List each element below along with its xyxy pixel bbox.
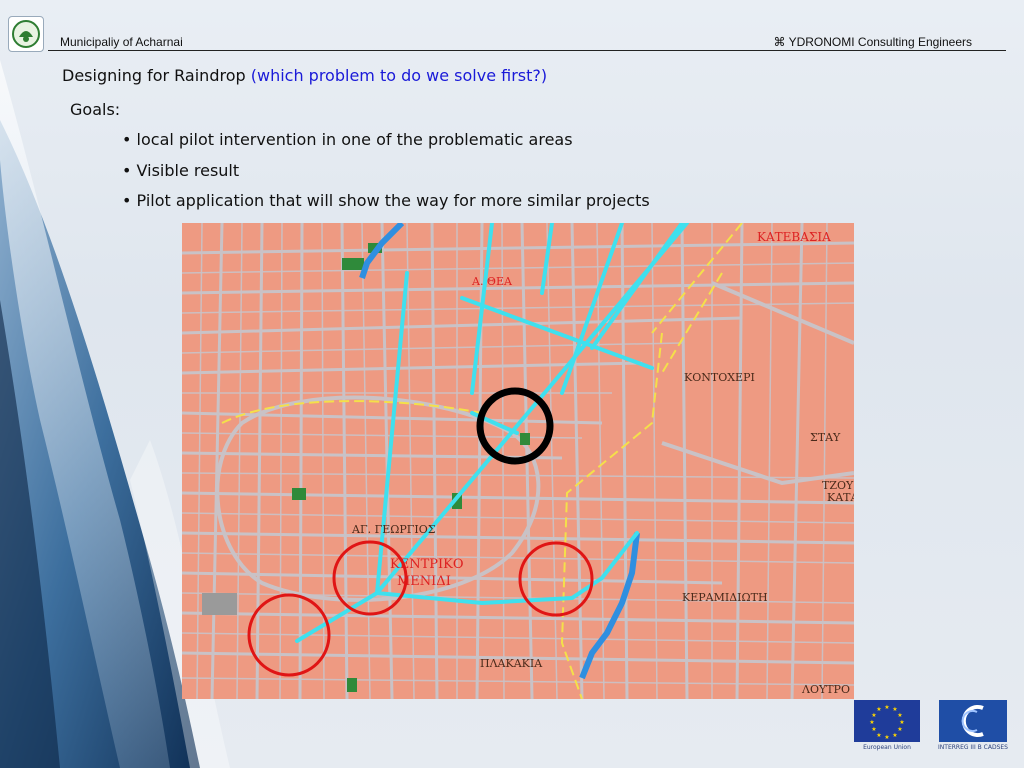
slide-title-main: Designing for Raindrop bbox=[62, 66, 251, 85]
svg-text:★: ★ bbox=[884, 734, 889, 741]
label-loytro: ΛΟΥΤΡΟ bbox=[801, 683, 850, 696]
svg-text:★: ★ bbox=[871, 726, 876, 733]
slide-title-question: (which problem to do we solve first?) bbox=[250, 66, 548, 85]
svg-text:★: ★ bbox=[884, 704, 889, 711]
goal-item: local pilot intervention in one of the p… bbox=[122, 130, 650, 161]
svg-text:★: ★ bbox=[876, 706, 881, 713]
eu-flag-icon: ★ ★ ★ ★ ★ ★ ★ ★ ★ ★ ★ ★ bbox=[854, 700, 920, 742]
municipality-logo-icon bbox=[8, 16, 44, 52]
svg-text:★: ★ bbox=[871, 712, 876, 719]
header-divider bbox=[48, 50, 1006, 51]
svg-text:★: ★ bbox=[876, 732, 881, 739]
svg-text:★: ★ bbox=[892, 732, 897, 739]
label-keramidioti: ΚΕΡΑΜΙΔΙΩΤΗ bbox=[682, 591, 768, 604]
svg-text:★: ★ bbox=[869, 719, 874, 726]
svg-text:★: ★ bbox=[897, 726, 902, 733]
slide-header: Municipaliy of Acharnai ⌘ YDRONOMI Consu… bbox=[0, 0, 1024, 56]
interreg-logo-icon bbox=[939, 700, 1007, 742]
map-drawing: ΚΑΤΕΒΑΣΙΑ Α. ΘΕΑ ΚΟΝΤΟΧΕΡΙ ΣΤΑΥ ΤΖΟΥ ΚΑΤ… bbox=[182, 223, 854, 699]
goal-item: Pilot application that will show the way… bbox=[122, 191, 650, 222]
interreg-label: INTERREG III B CADSES bbox=[938, 744, 1008, 751]
svg-text:★: ★ bbox=[897, 712, 902, 719]
eu-label: European Union bbox=[863, 744, 911, 751]
goal-item: Visible result bbox=[122, 161, 650, 192]
slide-title: Designing for Raindrop (which problem to… bbox=[62, 66, 547, 85]
grey-block bbox=[202, 593, 237, 615]
svg-text:★: ★ bbox=[899, 719, 904, 726]
label-ag-georgios: ΑΓ. ΓΕΩΡΓΙΟΣ bbox=[351, 523, 436, 536]
header-company-text: ⌘ YDRONOMI Consulting Engineers bbox=[773, 35, 972, 49]
label-kontoxeri: ΚΟΝΤΟΧΕΡΙ bbox=[684, 371, 755, 384]
label-athea: Α. ΘΕΑ bbox=[471, 275, 513, 288]
header-municipality-text: Municipaliy of Acharnai bbox=[60, 35, 183, 49]
goals-label: Goals: bbox=[70, 100, 121, 119]
city-map: ΚΑΤΕΒΑΣΙΑ Α. ΘΕΑ ΚΟΝΤΟΧΕΡΙ ΣΤΑΥ ΤΖΟΥ ΚΑΤ… bbox=[182, 223, 854, 699]
label-kateyasia: ΚΑΤΕΒΑΣΙΑ bbox=[757, 230, 831, 244]
label-stay: ΣΤΑΥ bbox=[810, 431, 841, 444]
label-plakakia: ΠΛΑΚΑΚΙΑ bbox=[480, 657, 543, 670]
label-kata: ΚΑΤΑ bbox=[827, 491, 854, 504]
goals-list: local pilot intervention in one of the p… bbox=[122, 130, 650, 222]
